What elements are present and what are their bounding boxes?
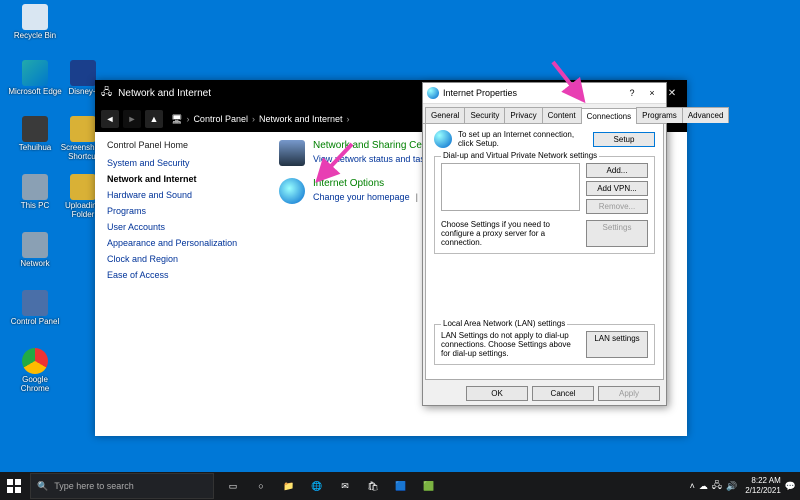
setup-text: To set up an Internet connection, click … <box>458 130 587 148</box>
setup-button[interactable]: Setup <box>593 132 655 147</box>
remove-button[interactable]: Remove... <box>586 199 648 214</box>
dialup-note: Choose Settings if you need to configure… <box>441 220 580 247</box>
app-icon <box>22 116 48 142</box>
internet-options-icon <box>279 178 305 204</box>
group-title-lan: Local Area Network (LAN) settings <box>441 319 567 328</box>
up-button[interactable]: ▲ <box>145 110 163 128</box>
taskbar-explorer[interactable]: 📁 <box>276 473 302 499</box>
taskbar-mail[interactable]: ✉ <box>332 473 358 499</box>
tray-volume-icon[interactable]: 🔊 <box>726 481 737 492</box>
dialog-button-bar: OK Cancel Apply <box>423 382 666 405</box>
connections-listbox[interactable] <box>441 163 580 211</box>
desktop-icon-this-pc[interactable]: This PC <box>8 174 62 210</box>
window-title: Network and Internet <box>118 88 211 99</box>
desktop-icon-recycle-bin[interactable]: Recycle Bin <box>8 4 62 40</box>
sharing-icon <box>279 140 305 166</box>
clock[interactable]: 8:22 AM 2/12/2021 <box>745 476 781 496</box>
sidebar-item-clock[interactable]: Clock and Region <box>107 254 257 264</box>
sidebar-item-programs[interactable]: Programs <box>107 206 257 216</box>
lan-settings-button[interactable]: LAN settings <box>586 331 648 358</box>
search-placeholder: Type here to search <box>54 481 134 491</box>
tab-programs[interactable]: Programs <box>636 107 683 123</box>
tab-strip: General Security Privacy Content Connect… <box>423 104 666 124</box>
sidebar-item-hardware[interactable]: Hardware and Sound <box>107 190 257 200</box>
desktop-icon-chrome[interactable]: Google Chrome <box>8 348 62 393</box>
link-view-status[interactable]: View network status and tasks <box>313 154 434 164</box>
add-button[interactable]: Add... <box>586 163 648 178</box>
tray-network-icon[interactable]: 🖧 <box>712 478 722 494</box>
tab-general[interactable]: General <box>425 107 465 123</box>
sidebar-item-users[interactable]: User Accounts <box>107 222 257 232</box>
chrome-icon <box>22 348 48 374</box>
tab-security[interactable]: Security <box>464 107 505 123</box>
sidebar-item-ease[interactable]: Ease of Access <box>107 270 257 280</box>
bin-icon <box>22 4 48 30</box>
disney-icon <box>70 60 96 86</box>
apply-button[interactable]: Apply <box>598 386 660 401</box>
taskbar-edge[interactable]: 🌐 <box>304 473 330 499</box>
search-icon: 🔍 <box>37 481 48 492</box>
group-title-dialup: Dial-up and Virtual Private Network sett… <box>441 151 599 160</box>
ok-button[interactable]: OK <box>466 386 528 401</box>
tab-content[interactable]: Content <box>542 107 582 123</box>
settings-button[interactable]: Settings <box>586 220 648 247</box>
task-view-button[interactable]: ▭ <box>220 473 246 499</box>
close-button[interactable]: × <box>642 88 662 98</box>
dialog-icon <box>427 87 439 99</box>
link-homepage[interactable]: Change your homepage <box>313 192 410 202</box>
search-box[interactable]: 🔍 Type here to search <box>30 473 214 499</box>
group-dialup: Dial-up and Virtual Private Network sett… <box>434 156 655 254</box>
folder-icon <box>70 174 96 200</box>
cancel-button[interactable]: Cancel <box>532 386 594 401</box>
control-panel-icon <box>22 290 48 316</box>
system-tray: ˄ ☁ 🖧 🔊 8:22 AM 2/12/2021 💬 <box>690 476 800 496</box>
network-icon <box>22 232 48 258</box>
pc-icon <box>22 174 48 200</box>
taskbar-store[interactable]: 🛍 <box>360 473 386 499</box>
lan-note: LAN Settings do not apply to dial-up con… <box>441 331 580 358</box>
help-button[interactable]: ? <box>622 88 642 98</box>
add-vpn-button[interactable]: Add VPN... <box>586 181 648 196</box>
clock-time: 8:22 AM <box>745 476 781 486</box>
back-button[interactable]: ◄ <box>101 110 119 128</box>
sidebar: Control Panel Home System and Security N… <box>95 132 269 436</box>
sidebar-item-network[interactable]: Network and Internet <box>107 174 257 184</box>
clock-date: 2/12/2021 <box>745 486 781 496</box>
cortana-button[interactable]: ○ <box>248 473 274 499</box>
tab-connections[interactable]: Connections <box>581 108 637 124</box>
breadcrumb[interactable]: 🖥 › Control Panel › Network and Internet… <box>171 114 350 125</box>
dialog-titlebar: Internet Properties ? × <box>423 83 666 104</box>
desktop-icon-app[interactable]: Tehuihua <box>8 116 62 152</box>
taskbar-app[interactable]: 🟩 <box>416 473 442 499</box>
system-icon: 🖧 <box>101 85 112 102</box>
notifications-button[interactable]: 💬 <box>785 481 796 492</box>
start-button[interactable] <box>0 472 28 500</box>
folder-icon <box>70 116 96 142</box>
desktop-icon-edge[interactable]: Microsoft Edge <box>8 60 62 96</box>
forward-button[interactable]: ► <box>123 110 141 128</box>
sidebar-item-system[interactable]: System and Security <box>107 158 257 168</box>
internet-properties-dialog: Internet Properties ? × General Security… <box>422 82 667 406</box>
tray-chevron-icon[interactable]: ˄ <box>690 481 695 491</box>
breadcrumb-item[interactable]: Network and Internet <box>259 114 343 124</box>
taskbar-app[interactable]: 🟦 <box>388 473 414 499</box>
sidebar-home[interactable]: Control Panel Home <box>107 140 257 150</box>
dialog-title: Internet Properties <box>443 88 622 98</box>
desktop-icon-control-panel[interactable]: Control Panel <box>8 290 62 326</box>
group-lan: Local Area Network (LAN) settings LAN Se… <box>434 324 655 365</box>
dialog-content: To set up an Internet connection, click … <box>425 124 664 380</box>
edge-icon <box>22 60 48 86</box>
sidebar-item-appearance[interactable]: Appearance and Personalization <box>107 238 257 248</box>
desktop-icon-network[interactable]: Network <box>8 232 62 268</box>
tab-advanced[interactable]: Advanced <box>682 107 730 123</box>
tray-onedrive-icon[interactable]: ☁ <box>699 481 708 492</box>
tab-privacy[interactable]: Privacy <box>504 107 542 123</box>
breadcrumb-item[interactable]: Control Panel <box>193 114 248 124</box>
globe-icon <box>434 130 452 148</box>
breadcrumb-icon: 🖥 <box>171 114 182 125</box>
taskbar: 🔍 Type here to search ▭ ○ 📁 🌐 ✉ 🛍 🟦 🟩 ˄ ☁… <box>0 472 800 500</box>
